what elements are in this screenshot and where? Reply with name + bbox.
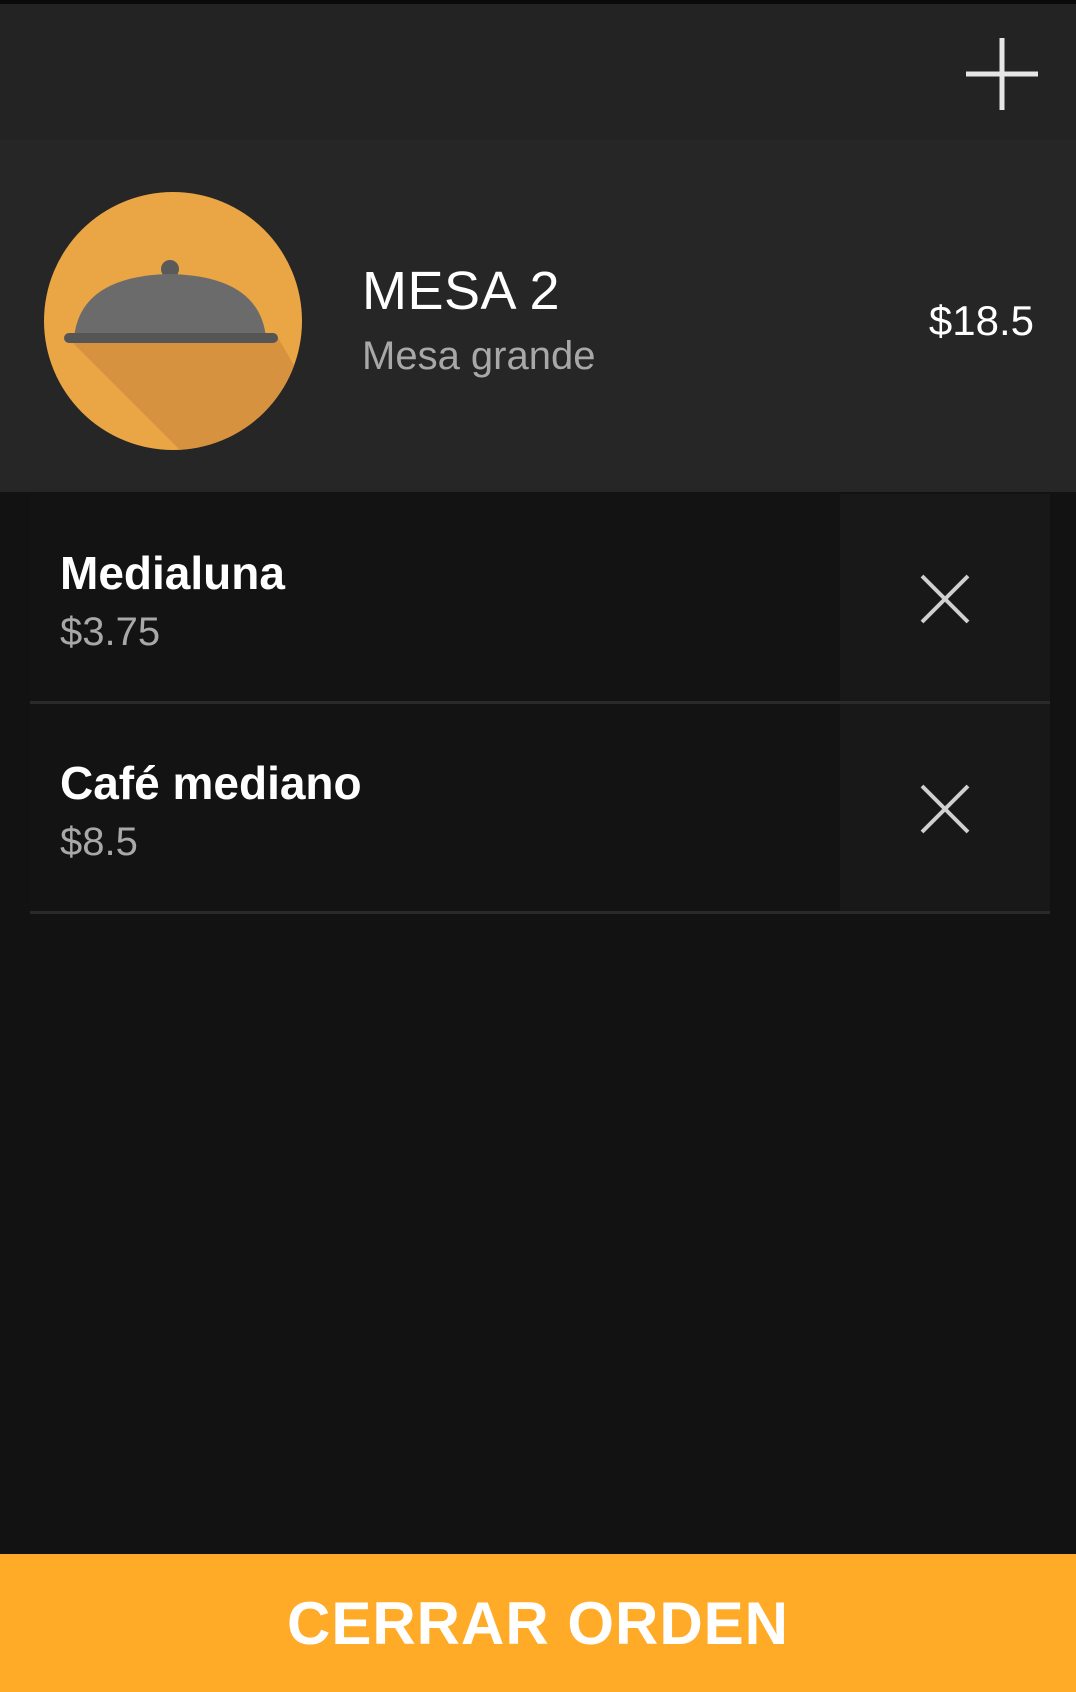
close-order-button[interactable]: CERRAR ORDEN: [0, 1554, 1076, 1692]
table-description: Mesa grande: [362, 334, 596, 378]
table-name: MESA 2: [362, 261, 561, 321]
plus-icon: [966, 38, 1038, 110]
serving-dish-icon: [44, 192, 302, 450]
item-name: Café mediano: [60, 757, 362, 809]
list-item: Café mediano $8.5: [30, 704, 1050, 914]
table-header: MESA 2 Mesa grande $18.5: [0, 140, 1076, 492]
toolbar: [0, 4, 1076, 140]
item-name: Medialuna: [60, 547, 285, 599]
close-icon: [920, 784, 970, 834]
order-screen: MESA 2 Mesa grande $18.5 Medialuna $3.75…: [0, 0, 1076, 1692]
remove-item-button[interactable]: [840, 704, 1050, 911]
item-price: $3.75: [60, 610, 161, 654]
item-price: $8.5: [60, 820, 138, 864]
table-avatar: [44, 192, 302, 450]
add-item-button[interactable]: [960, 32, 1044, 116]
list-item: Medialuna $3.75: [30, 494, 1050, 704]
close-icon: [920, 574, 970, 624]
order-items-list: Medialuna $3.75 Café mediano $8.5: [30, 494, 1050, 914]
remove-item-button[interactable]: [840, 494, 1050, 701]
order-total: $18.5: [928, 297, 1034, 344]
